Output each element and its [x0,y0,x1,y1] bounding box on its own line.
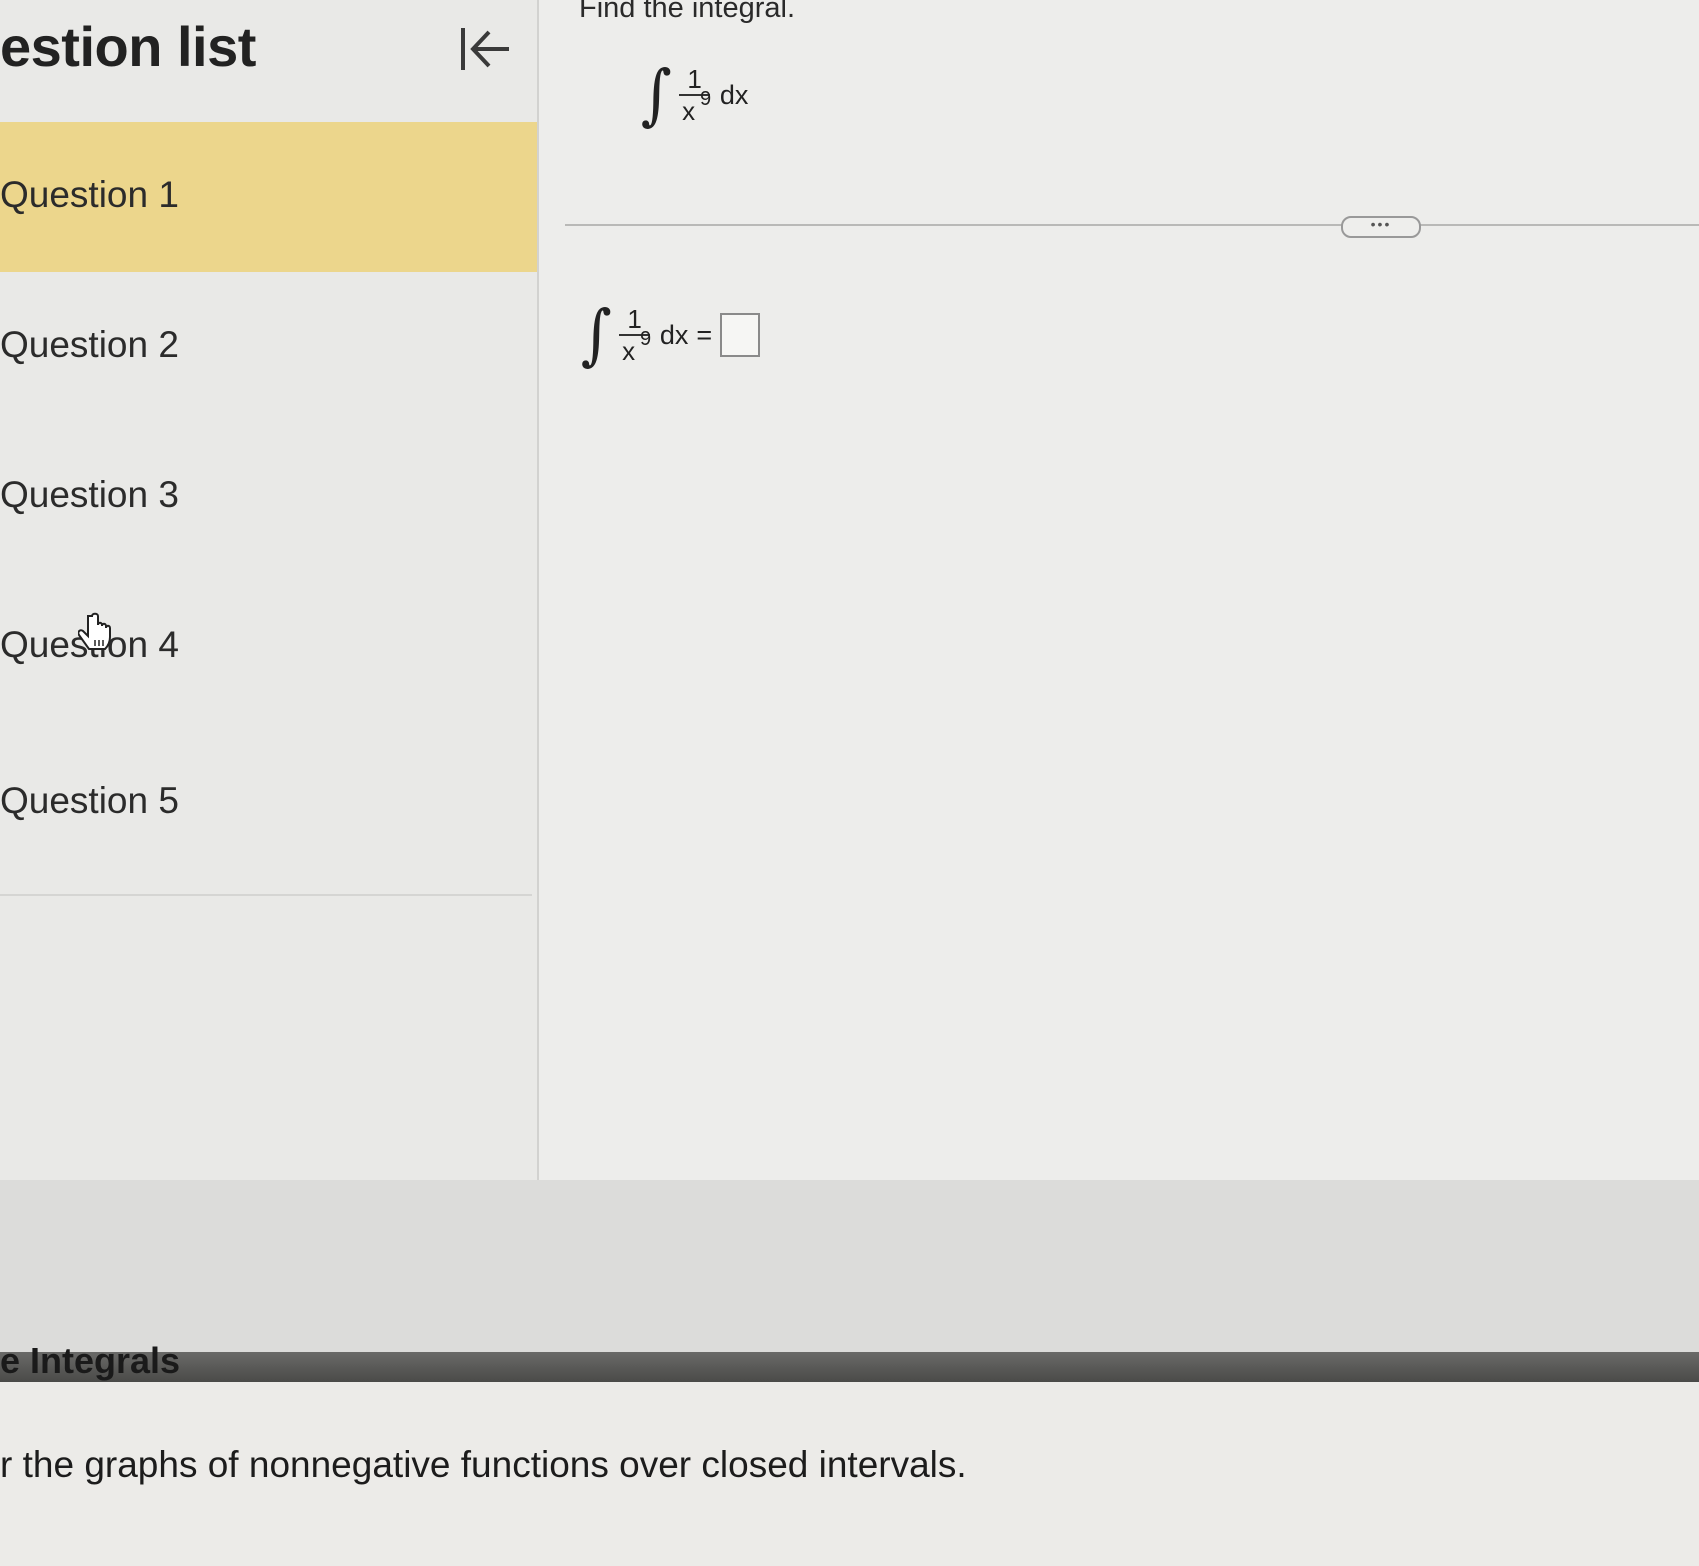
question-label: Question 2 [0,324,179,365]
denominator: x9 [622,328,651,366]
question-panel: Find the integral. ∫ 1 x9 dx ••• ∫ 1 x9 … [539,0,1699,1180]
base: x [682,96,696,126]
collapse-left-icon [461,28,509,70]
question-instruction: Find the integral. [579,0,796,24]
exponent: 9 [640,328,652,350]
differential: dx [719,79,749,110]
question-list: Question 1 Question 2 Question 3 Questio… [0,122,537,888]
question-label: Question 1 [0,174,179,215]
monitor-edge [0,1352,1699,1382]
fraction: 1 x9 [679,64,711,126]
app-screen: estion list Question 1 Question 2 Questi… [0,0,1699,1180]
exponent: 9 [700,88,712,110]
textbook-text: r the graphs of nonnegative functions ov… [0,1444,967,1485]
fraction: 1 x9 [619,304,651,366]
collapse-sidebar-button[interactable] [452,18,518,80]
expand-more-button[interactable]: ••• [1341,216,1421,238]
sidebar-title: estion list [0,15,256,78]
base: x [622,336,636,366]
denominator: x9 [682,88,711,126]
more-dots-icon: ••• [1370,216,1392,232]
monitor-bezel-area [0,1180,1699,1352]
section-divider [565,224,1699,226]
answer-expression: ∫ 1 x9 dx = [579,296,761,373]
answer-input[interactable] [720,313,761,357]
integral-sign: ∫ [640,56,672,133]
question-label: Question 3 [0,474,179,515]
equals-sign: = [696,319,713,350]
textbook-heading: e Integrals [0,1340,181,1381]
question-item-2[interactable]: Question 2 [0,272,537,422]
list-divider [0,894,532,896]
question-item-3[interactable]: Question 3 [0,422,537,572]
question-list-sidebar: estion list Question 1 Question 2 Questi… [0,0,539,1180]
differential: dx [659,319,689,350]
problem-expression: ∫ 1 x9 dx [639,56,749,133]
question-label: Question 5 [0,780,179,821]
integral-sign: ∫ [580,296,612,373]
hand-pointer-icon [78,612,111,650]
question-item-5[interactable]: Question 5 [0,728,537,888]
question-item-1[interactable]: Question 1 [0,122,537,272]
